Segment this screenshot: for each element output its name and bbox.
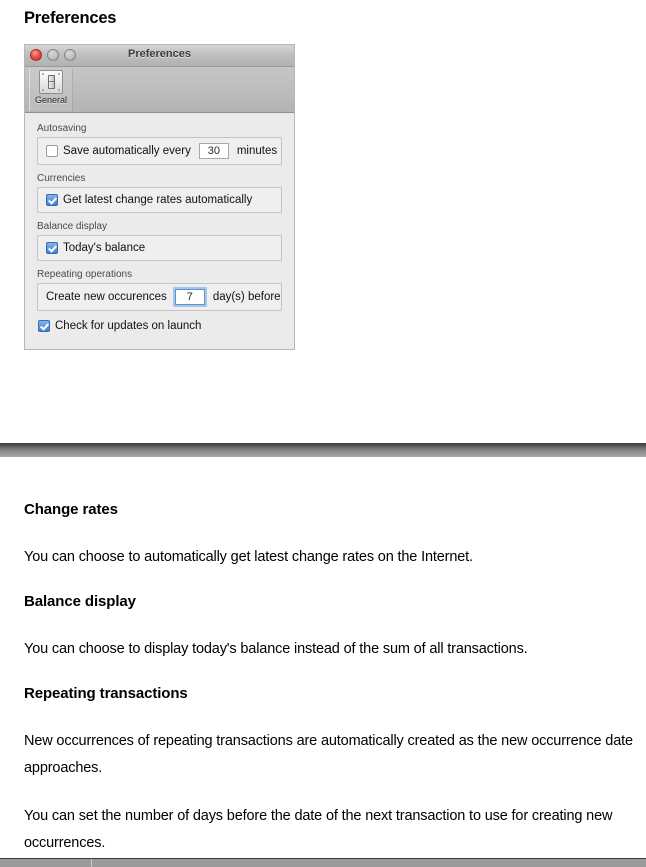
page-title: Preferences <box>24 9 117 27</box>
toolbar-item-general-label: General <box>34 95 68 105</box>
checkbox-get-latest-change-rates-label: Get latest change rates automatically <box>63 194 253 206</box>
switch-plate-icon <box>39 70 63 94</box>
checkbox-check-for-updates-label: Check for updates on launch <box>55 320 202 332</box>
window-titlebar: Preferences <box>25 45 294 67</box>
preferences-toolbar: General <box>25 67 294 113</box>
paragraph-repeating-transactions-1: New occurrences of repeating transaction… <box>24 733 633 776</box>
autosave-interval-unit-label: minutes <box>236 145 278 157</box>
preferences-body: Autosaving Save automatically every 30 m… <box>25 113 294 348</box>
group-label-autosaving: Autosaving <box>37 123 87 134</box>
heading-repeating-transactions: Repeating transactions <box>24 685 188 702</box>
page-separator-rule <box>0 443 646 457</box>
checkbox-todays-balance-label: Today's balance <box>63 242 146 254</box>
heading-change-rates: Change rates <box>24 501 118 518</box>
group-label-balance-display: Balance display <box>37 221 108 232</box>
paragraph-repeating-transactions-2: You can set the number of days before th… <box>24 808 613 851</box>
checkbox-save-automatically[interactable] <box>46 145 58 157</box>
bottom-panel-divider <box>91 859 92 867</box>
group-label-repeating-operations: Repeating operations <box>37 269 133 280</box>
repeating-prefix-label: Create new occurences <box>46 291 167 303</box>
group-box-currencies: Get latest change rates automatically <box>37 187 282 213</box>
group-box-autosaving: Save automatically every 30 minutes <box>37 137 282 165</box>
toolbar-item-general[interactable]: General <box>29 68 73 111</box>
group-box-repeating-operations: Create new occurences 7 day(s) before <box>37 283 282 311</box>
checkbox-save-automatically-label: Save automatically every <box>63 145 191 157</box>
group-box-balance-display: Today's balance <box>37 235 282 261</box>
repeating-suffix-label: day(s) before <box>212 291 281 303</box>
preferences-window: Preferences General Autosaving Save auto… <box>24 44 295 350</box>
checkbox-todays-balance[interactable] <box>46 242 58 254</box>
window-title: Preferences <box>128 48 191 60</box>
bottom-documentation-section: Change rates You can choose to automatic… <box>0 500 646 857</box>
checkbox-get-latest-change-rates[interactable] <box>46 194 58 206</box>
footer-checkbox-row: Check for updates on launch <box>37 319 282 333</box>
heading-balance-display: Balance display <box>24 593 136 610</box>
autosave-interval-input[interactable]: 30 <box>198 143 229 159</box>
checkbox-check-for-updates[interactable] <box>38 320 50 332</box>
paragraph-change-rates-1: You can choose to automatically get late… <box>24 549 473 565</box>
repeating-days-before-input[interactable]: 7 <box>174 289 205 305</box>
bottom-panel-edge <box>0 858 646 867</box>
group-label-currencies: Currencies <box>37 173 86 184</box>
paragraph-balance-display-1: You can choose to display today's balanc… <box>24 641 528 657</box>
